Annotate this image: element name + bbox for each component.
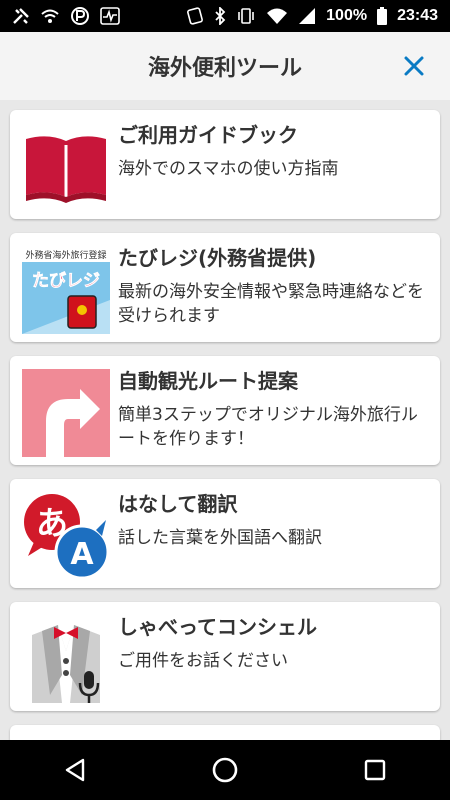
item-title: たびレジ(外務省提供)	[118, 246, 317, 270]
home-icon	[212, 757, 238, 783]
recents-icon	[364, 759, 386, 781]
list-item-tabireji[interactable]: 外務省海外旅行登録 たびレジ たびレジ(外務省提供) 最新の海外安全情報や緊急時…	[10, 233, 440, 342]
item-description: 最新の海外安全情報や緊急時連絡などを受けられます	[118, 282, 424, 326]
signal-icon	[299, 8, 316, 24]
item-title: ご利用ガイドブック	[118, 123, 298, 147]
back-icon	[65, 758, 85, 782]
item-title: 自動観光ルート提案	[118, 369, 298, 393]
activity-icon	[100, 7, 120, 25]
list-item-route[interactable]: 自動観光ルート提案 簡単3ステップでオリジナル海外旅行ルートを作ります！	[10, 356, 440, 465]
back-button[interactable]	[55, 750, 95, 790]
item-description: 簡単3ステップでオリジナル海外旅行ルートを作ります！	[118, 405, 418, 449]
translate-icon-glyph-en: A	[70, 537, 94, 572]
clock: 23:43	[397, 7, 438, 24]
translate-icon: あ A	[22, 492, 110, 580]
app-header: 海外便利ツール	[0, 32, 450, 100]
status-right-icons: 100% 23:43	[186, 7, 438, 25]
vibrate-icon	[238, 8, 254, 24]
item-description: ご用件をお話ください	[118, 651, 288, 671]
battery-icon	[377, 7, 388, 25]
item-title: はなして翻訳	[118, 492, 238, 516]
item-description: 海外でのスマホの使い方指南	[118, 159, 339, 179]
tools-icon	[13, 8, 29, 24]
recents-button[interactable]	[355, 750, 395, 790]
item-description: 話した言葉を外国語へ翻訳	[118, 528, 322, 548]
bluetooth-icon	[215, 7, 226, 25]
list-item-guidebook[interactable]: ご利用ガイドブック 海外でのスマホの使い方指南	[10, 110, 440, 219]
concierge-icon	[22, 615, 110, 703]
tabireji-icon-caption: 外務省海外旅行登録	[25, 249, 106, 261]
wifi-off-icon	[41, 9, 59, 23]
wifi-icon	[267, 8, 288, 24]
nfc-icon	[187, 7, 204, 25]
close-icon[interactable]	[400, 52, 428, 80]
tabireji-icon-logo: たびレジ	[32, 271, 100, 291]
item-title: しゃべってコンシェル	[118, 615, 317, 639]
battery-percent: 100%	[326, 7, 368, 24]
parking-icon	[71, 7, 89, 25]
home-button[interactable]	[205, 750, 245, 790]
book-icon	[22, 123, 110, 211]
route-arrow-icon	[22, 369, 110, 457]
navigation-bar	[0, 740, 450, 800]
status-bar: 100% 23:43	[0, 0, 450, 32]
tabireji-icon: 外務省海外旅行登録 たびレジ	[22, 246, 110, 334]
status-left-icons	[12, 6, 120, 26]
list-item-concierge[interactable]: しゃべってコンシェル ご用件をお話ください	[10, 602, 440, 711]
page-title: 海外便利ツール	[147, 56, 302, 81]
list-item-translate[interactable]: あ A はなして翻訳 話した言葉を外国語へ翻訳	[10, 479, 440, 588]
tool-list: ご利用ガイドブック 海外でのスマホの使い方指南 外務省海外旅行登録 たびレジ た…	[10, 110, 440, 759]
